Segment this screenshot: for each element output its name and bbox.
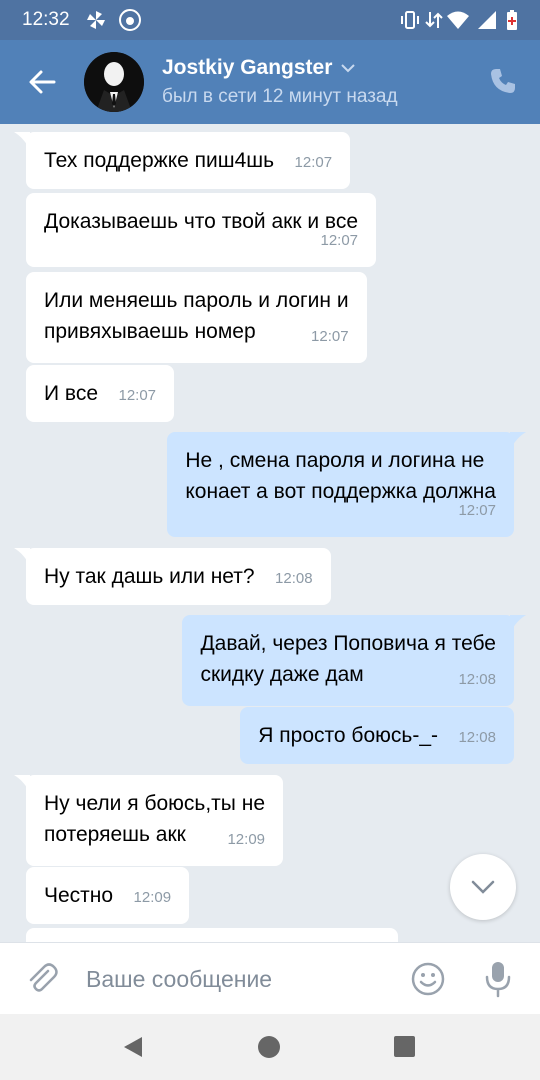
chat-title: Jostkiy Gangster xyxy=(162,56,333,79)
chat-title-row[interactable]: Jostkiy Gangster xyxy=(162,56,356,80)
system-navigation-bar xyxy=(0,1014,540,1080)
message-text: Тех поддержке пиш4шь xyxy=(44,149,275,172)
smile-icon[interactable] xyxy=(410,961,446,997)
vk-badge-icon xyxy=(119,9,141,31)
message-text: Доказываешь что твой акк и все xyxy=(44,210,359,233)
chevron-down-icon xyxy=(471,880,495,894)
message-time: 12:07 xyxy=(294,154,333,171)
message-bubble-incoming[interactable]: Ну чели я боюсь,ты не потеряешь акк 12:0… xyxy=(14,775,284,866)
bubble-tail xyxy=(14,548,30,566)
back-arrow-icon[interactable] xyxy=(26,66,58,98)
message-composer xyxy=(0,942,540,1014)
phone-icon[interactable] xyxy=(488,66,518,96)
pinwheel-icon xyxy=(87,11,105,29)
scroll-to-bottom-button[interactable] xyxy=(450,854,516,920)
chat-header: Jostkiy Gangster был в сети 12 минут наз… xyxy=(0,40,540,124)
message-bubble-incoming[interactable]: Тех поддержке пиш4шь 12:07 xyxy=(14,132,351,189)
nav-back-icon[interactable] xyxy=(122,1035,146,1059)
last-seen-status: был в сети 12 минут назад xyxy=(162,86,398,107)
message-time: 12:07 xyxy=(118,387,157,404)
bubble-tail xyxy=(14,132,30,150)
message-time: 12:07 xyxy=(320,232,359,249)
message-bubble-outgoing[interactable]: Не , смена пароля и логина не конает а в… xyxy=(167,432,526,537)
message-time: 12:07 xyxy=(311,328,349,345)
message-bubble-incoming[interactable]: Ну так дашь или нет? 12:08 xyxy=(14,548,331,605)
message-bubble-incoming-partial[interactable] xyxy=(26,928,398,942)
message-text: Ну так дашь или нет? xyxy=(44,565,255,588)
message-bubble-outgoing[interactable]: Давай, через Поповича я тебе скидку даже… xyxy=(182,615,526,706)
message-time: 12:09 xyxy=(227,831,266,848)
data-arrows-icon xyxy=(425,12,443,28)
chevron-down-icon xyxy=(341,64,356,73)
paperclip-icon[interactable] xyxy=(24,961,60,997)
message-input[interactable] xyxy=(86,963,386,995)
status-time: 12:32 xyxy=(22,9,70,30)
message-list[interactable]: Тех поддержке пиш4шь 12:07 Доказываешь ч… xyxy=(0,124,540,942)
signal-icon xyxy=(478,11,496,29)
message-time: 12:08 xyxy=(458,671,496,688)
message-bubble-incoming[interactable]: Честно 12:09 xyxy=(26,867,190,924)
message-bubble-incoming[interactable]: И все 12:07 xyxy=(26,365,175,422)
bubble-tail xyxy=(510,615,526,633)
anonymous-avatar-icon xyxy=(84,52,144,112)
nav-home-icon[interactable] xyxy=(258,1036,280,1058)
battery-icon xyxy=(507,10,517,30)
message-text: Не , смена пароля и логина не конает а в… xyxy=(185,449,496,503)
message-bubble-incoming[interactable]: Доказываешь что твой акк и все 12:07 xyxy=(26,193,377,267)
message-time: 12:09 xyxy=(133,889,172,906)
bubble-tail xyxy=(14,775,30,793)
microphone-icon[interactable] xyxy=(482,959,514,999)
message-bubble-incoming[interactable]: Или меняешь пароль и логин и привяхываеш… xyxy=(26,272,367,363)
nav-recents-icon[interactable] xyxy=(394,1036,415,1057)
status-bar: 12:32 xyxy=(0,0,540,40)
message-time: 12:07 xyxy=(458,502,496,519)
avatar[interactable] xyxy=(84,52,144,112)
wifi-icon xyxy=(447,11,469,29)
message-text: Или меняешь пароль и логин и привяхываеш… xyxy=(44,289,349,343)
message-bubble-outgoing[interactable]: Я просто боюсь-_- 12:08 xyxy=(240,707,514,764)
message-time: 12:08 xyxy=(275,570,313,587)
message-text: Давай, через Поповича я тебе скидку даже… xyxy=(200,632,496,686)
message-time: 12:08 xyxy=(458,729,496,746)
bubble-tail xyxy=(510,432,526,450)
vibrate-icon xyxy=(401,11,419,29)
